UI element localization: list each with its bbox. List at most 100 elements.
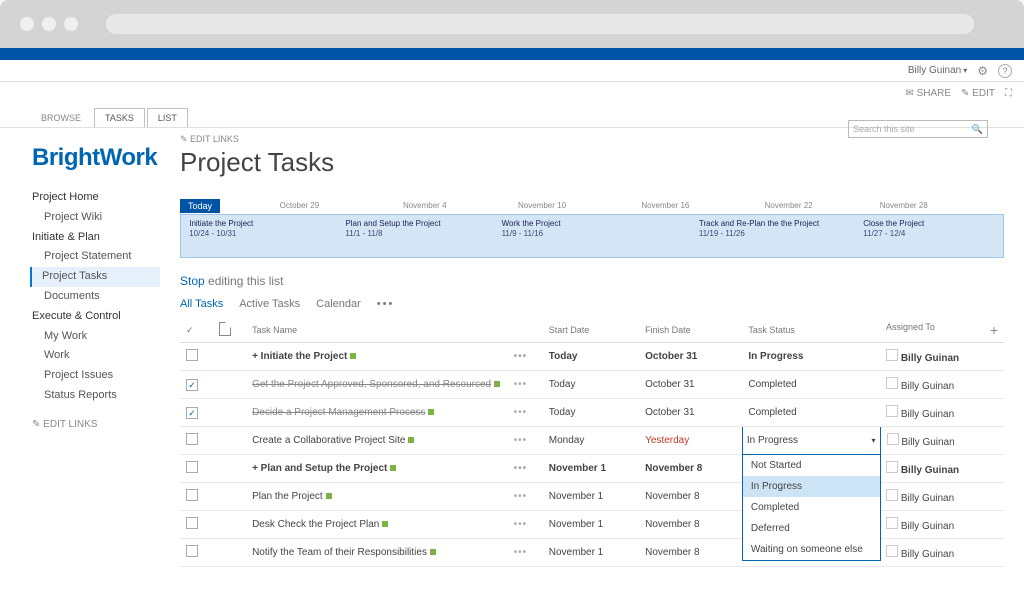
row-menu-icon[interactable]: ••• [514, 435, 528, 446]
row-menu-icon[interactable]: ••• [514, 491, 528, 502]
timeline-item[interactable]: Track and Re-Plan the the Project11/19 -… [699, 219, 819, 240]
nav-edit-links[interactable]: EDIT LINKS [32, 416, 160, 434]
checkbox[interactable]: ✓ [186, 407, 198, 419]
row-menu-icon[interactable]: ••• [514, 407, 528, 418]
cell-assigned[interactable]: Billy Guinan [880, 371, 1004, 399]
cell-start[interactable]: Today [543, 343, 639, 371]
cell-assigned[interactable]: Billy Guinan [880, 343, 1004, 371]
cell-start[interactable]: Today [543, 371, 639, 399]
cell-start[interactable]: Monday [543, 427, 639, 455]
cell-finish[interactable]: November 8 [639, 483, 742, 511]
cell-assigned[interactable]: Billy Guinan [880, 483, 1004, 511]
checkbox[interactable] [186, 349, 198, 361]
nav-project-tasks[interactable]: Project Tasks [30, 267, 160, 287]
user-menu[interactable]: Billy Guinan ▾ [908, 65, 967, 76]
col-start[interactable]: Start Date [543, 318, 639, 343]
search-icon[interactable]: 🔍 [972, 124, 983, 135]
cell-finish[interactable]: November 8 [639, 539, 742, 567]
cell-name[interactable]: Desk Check the Project Plan [246, 511, 508, 539]
view-calendar[interactable]: Calendar [316, 298, 361, 310]
col-assigned[interactable]: Assigned To+ [880, 318, 1004, 343]
window-dot[interactable] [20, 17, 34, 31]
assign-checkbox[interactable] [886, 377, 898, 389]
cell-start[interactable]: November 1 [543, 511, 639, 539]
cell-start[interactable]: November 1 [543, 483, 639, 511]
cell-assigned[interactable]: Billy Guinan [880, 427, 1004, 455]
help-icon[interactable]: ? [998, 64, 1012, 78]
checkbox[interactable] [186, 545, 198, 557]
cell-assigned[interactable]: Billy Guinan [880, 539, 1004, 567]
nav-my-work[interactable]: My Work [32, 327, 160, 347]
assign-checkbox[interactable] [886, 489, 898, 501]
search-input[interactable]: Search this site🔍 [848, 120, 988, 138]
assign-checkbox[interactable] [886, 461, 898, 473]
dropdown-option[interactable]: Deferred [743, 518, 880, 539]
cell-start[interactable]: Today [543, 399, 639, 427]
window-dot[interactable] [42, 17, 56, 31]
view-more-icon[interactable]: ••• [377, 298, 395, 310]
view-all-tasks[interactable]: All Tasks [180, 298, 223, 310]
checkbox[interactable] [186, 489, 198, 501]
checkbox[interactable] [186, 461, 198, 473]
add-column-icon[interactable]: + [990, 322, 998, 338]
edit-button[interactable]: ✎ EDIT [961, 88, 995, 99]
window-dot[interactable] [64, 17, 78, 31]
checkbox[interactable] [186, 433, 198, 445]
timeline[interactable]: October 29 November 4 November 10 Novemb… [180, 214, 1004, 258]
nav-work[interactable]: Work [32, 346, 160, 366]
stop-editing[interactable]: Stop editing this list [180, 274, 1004, 288]
checkbox[interactable] [186, 517, 198, 529]
share-button[interactable]: ✉ SHARE [905, 88, 951, 99]
checkbox[interactable]: ✓ [186, 379, 198, 391]
nav-project-home[interactable]: Project Home [32, 188, 160, 208]
cell-name[interactable]: Decide a Project Management Process [246, 399, 508, 427]
assign-checkbox[interactable] [886, 349, 898, 361]
cell-name[interactable]: Get the Project Approved, Sponsored, and… [246, 371, 508, 399]
cell-start[interactable]: November 1 [543, 455, 639, 483]
row-menu-icon[interactable]: ••• [514, 547, 528, 558]
row-menu-icon[interactable]: ••• [514, 463, 528, 474]
status-dropdown[interactable]: In Progress▾Not StartedIn ProgressComple… [742, 427, 880, 455]
gear-icon[interactable]: ⚙ [977, 64, 988, 78]
nav-project-wiki[interactable]: Project Wiki [32, 208, 160, 228]
url-bar[interactable] [106, 14, 974, 34]
tab-browse[interactable]: BROWSE [30, 108, 92, 127]
cell-name[interactable]: Plan the Project [246, 483, 508, 511]
row-menu-icon[interactable]: ••• [514, 351, 528, 362]
assign-checkbox[interactable] [886, 517, 898, 529]
cell-name[interactable]: Create a Collaborative Project Site [246, 427, 508, 455]
cell-finish[interactable]: November 8 [639, 455, 742, 483]
timeline-item[interactable]: Plan and Setup the Project11/1 - 11/8 [345, 219, 440, 240]
cell-status[interactable]: In Progress [742, 343, 880, 371]
cell-name[interactable]: + Plan and Setup the Project [246, 455, 508, 483]
col-name[interactable]: Task Name [246, 318, 508, 343]
col-status[interactable]: Task Status [742, 318, 880, 343]
nav-documents[interactable]: Documents [32, 287, 160, 307]
cell-assigned[interactable]: Billy Guinan [880, 511, 1004, 539]
cell-assigned[interactable]: Billy Guinan [880, 455, 1004, 483]
nav-status[interactable]: Status Reports [32, 386, 160, 406]
timeline-item[interactable]: Initiate the Project10/24 - 10/31 [189, 219, 253, 240]
cell-status[interactable]: Completed [742, 371, 880, 399]
dropdown-option[interactable]: Completed [743, 497, 880, 518]
nav-execute[interactable]: Execute & Control [32, 307, 160, 327]
col-finish[interactable]: Finish Date [639, 318, 742, 343]
nav-issues[interactable]: Project Issues [32, 366, 160, 386]
col-check[interactable]: ✓ [180, 318, 213, 343]
view-active-tasks[interactable]: Active Tasks [239, 298, 300, 310]
cell-name[interactable]: Notify the Team of their Responsibilitie… [246, 539, 508, 567]
timeline-item[interactable]: Work the Project11/9 - 11/16 [502, 219, 561, 240]
assign-checkbox[interactable] [887, 433, 899, 445]
row-menu-icon[interactable]: ••• [514, 379, 528, 390]
chevron-down-icon[interactable]: ▾ [872, 436, 876, 445]
cell-finish[interactable]: November 8 [639, 511, 742, 539]
cell-assigned[interactable]: Billy Guinan [880, 399, 1004, 427]
assign-checkbox[interactable] [886, 545, 898, 557]
cell-finish[interactable]: October 31 [639, 371, 742, 399]
nav-statement[interactable]: Project Statement [32, 247, 160, 267]
logo[interactable]: BrightWork [32, 144, 160, 172]
cell-start[interactable]: November 1 [543, 539, 639, 567]
nav-initiate[interactable]: Initiate & Plan [32, 228, 160, 248]
cell-finish[interactable]: Yesterday [639, 427, 742, 455]
dropdown-option[interactable]: In Progress [743, 476, 880, 497]
